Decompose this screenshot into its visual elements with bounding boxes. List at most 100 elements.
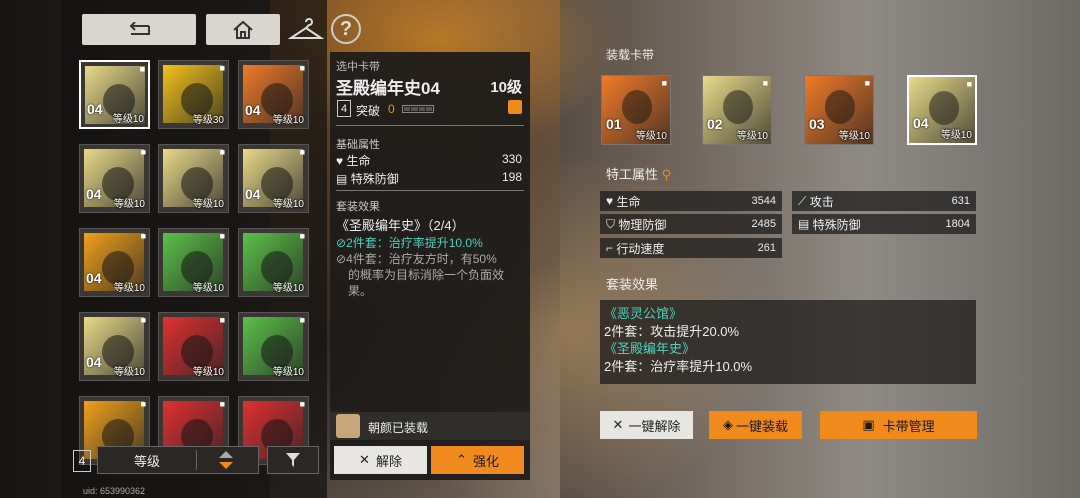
inventory-card[interactable]: ■ 04 等级10 xyxy=(238,60,309,129)
base-attr-hp: ♥ 生命 xyxy=(336,154,371,168)
lock-icon: ■ xyxy=(219,399,225,409)
lock-icon: ■ xyxy=(140,231,146,241)
inventory-card[interactable]: ■ 等级10 xyxy=(158,144,229,213)
set-1-name: 《恶灵公馆》 xyxy=(604,306,683,321)
lock-icon: ■ xyxy=(299,315,305,325)
boot-icon: ⌐ xyxy=(606,241,617,255)
filter-icon xyxy=(286,453,300,467)
lock-icon: ■ xyxy=(140,399,146,409)
equip-all-button[interactable]: ◈ 一键装载 xyxy=(709,411,802,439)
stat-sdef: ▤ 特殊防御 1804 xyxy=(792,214,976,234)
loadout-slot[interactable]: ■ 04 等级10 xyxy=(907,75,977,145)
card-portrait xyxy=(622,90,652,124)
sort-label: 等级 xyxy=(133,453,160,469)
uid-label: uid: 653990362 xyxy=(83,486,146,496)
loadout-slot[interactable]: ■ 02 等级10 xyxy=(702,75,772,145)
lock-icon[interactable] xyxy=(508,100,522,114)
card-level: 等级10 xyxy=(635,131,667,142)
set-4-effect: ⊘4件套：治疗友方时，有50% xyxy=(336,252,497,266)
equipped-by-text: 朝颜已装载 xyxy=(368,421,429,435)
set-4-effect-line2: 的概率为目标消除一个负面效 xyxy=(348,268,505,282)
help-button[interactable]: ? xyxy=(331,14,361,44)
equipped-by-bar: 朝颜已装载 xyxy=(330,412,530,440)
card-code: 04 xyxy=(245,186,261,202)
breakthrough-bar xyxy=(402,105,434,113)
card-level: 等级10 xyxy=(272,115,304,126)
heart-icon: ♥ xyxy=(336,154,344,168)
card-portrait xyxy=(723,90,753,124)
set-2-name: 《圣殿编年史》 xyxy=(604,341,696,356)
wardrobe-button[interactable] xyxy=(287,16,325,44)
base-attr-hp-value: 330 xyxy=(501,152,522,166)
sort-order-icon[interactable] xyxy=(217,449,235,471)
card-code: 01 xyxy=(606,116,622,132)
set-name: 《圣殿编年史》（2/4） xyxy=(336,218,465,233)
loadout-slot[interactable]: ■ 03 等级10 xyxy=(804,75,874,145)
inventory-card[interactable]: ■ 04 等级10 xyxy=(238,144,309,213)
card-level: 等级10 xyxy=(272,283,304,294)
base-attr-sdef: ▤ 特殊防御 xyxy=(336,172,399,186)
lock-icon: ■ xyxy=(219,63,225,73)
inventory-card[interactable]: ■ 04 等级10 xyxy=(79,228,150,297)
breakthrough-label: 突破 xyxy=(356,104,381,118)
enhance-button[interactable]: ⌃ 强化 xyxy=(431,446,524,474)
selected-card-label: 选中卡带 xyxy=(336,61,380,73)
info-icon[interactable]: ⚲ xyxy=(662,167,672,182)
card-code: 02 xyxy=(707,116,723,132)
stripe-shield-icon: ▤ xyxy=(336,172,348,186)
slot-number: 4 xyxy=(337,100,351,117)
loadout-slot[interactable]: ■ 01 等级10 xyxy=(601,75,671,145)
lock-icon: ■ xyxy=(140,147,146,157)
unequip-all-button[interactable]: ✕ 一键解除 xyxy=(600,411,693,439)
card-code: 04 xyxy=(913,115,929,131)
filter-button[interactable] xyxy=(267,446,319,474)
inventory-card[interactable]: ■ 04 等级10 xyxy=(79,60,150,129)
loadout-set-title: 套装效果 xyxy=(606,277,659,292)
lock-icon: ■ xyxy=(219,231,225,241)
inventory-card[interactable]: ■ 等级10 xyxy=(238,312,309,381)
card-code: 04 xyxy=(87,101,103,117)
card-level: 等级10 xyxy=(272,367,304,378)
sort-dropdown[interactable]: 等级 xyxy=(97,446,259,474)
card-level: 等级10 xyxy=(192,283,224,294)
lock-icon: ■ xyxy=(219,147,225,157)
card-level: 等级10 xyxy=(736,131,768,142)
back-button[interactable] xyxy=(82,14,196,45)
card-level: 等级10 xyxy=(940,130,972,141)
home-button[interactable] xyxy=(206,14,280,45)
set-2-effect: ⊘2件套：治疗率提升10.0% xyxy=(336,236,483,250)
inventory-card[interactable]: ■ 等级10 xyxy=(158,312,229,381)
agent-attr-title: 特工属性 ⚲ xyxy=(606,167,672,182)
loadout-title: 装载卡带 xyxy=(606,48,655,62)
card-code: 04 xyxy=(86,270,102,286)
inventory-card[interactable]: ■ 等级10 xyxy=(158,228,229,297)
card-manage-button[interactable]: ▣ 卡带管理 xyxy=(820,411,977,439)
stat-pdef: ⛉ 物理防御 2485 xyxy=(600,214,782,234)
remove-button[interactable]: ✕ 解除 xyxy=(334,446,427,474)
lock-icon: ■ xyxy=(299,231,305,241)
card-level: 等级10 xyxy=(112,114,144,125)
card-manage-icon: ▣ xyxy=(862,417,875,432)
card-level: 等级10 xyxy=(192,199,224,210)
lock-icon: ■ xyxy=(762,78,768,88)
inventory-card[interactable]: ■ 04 等级10 xyxy=(79,144,150,213)
avatar xyxy=(336,414,360,438)
lock-icon: ■ xyxy=(299,399,305,409)
stat-atk: ⟋ 攻击 631 xyxy=(792,191,976,211)
base-attr-title: 基础属性 xyxy=(336,139,380,151)
card-level: 10级 xyxy=(490,79,522,96)
inventory-card[interactable]: ■ 04 等级10 xyxy=(79,312,150,381)
inventory-card[interactable]: ■ 等级10 xyxy=(238,228,309,297)
card-level: 等级30 xyxy=(192,115,224,126)
card-level: 等级10 xyxy=(192,367,224,378)
slot-count-badge: 4 xyxy=(73,450,91,472)
heart-icon: ♥ xyxy=(606,194,617,208)
back-arrow-icon xyxy=(129,21,150,35)
inventory-card[interactable]: ■ 等级30 xyxy=(158,60,229,129)
breakthrough-value: 0 xyxy=(388,102,395,116)
card-level: 等级10 xyxy=(113,199,145,210)
sword-icon: ⟋ xyxy=(798,193,810,208)
lock-icon: ■ xyxy=(139,64,145,74)
card-code: 04 xyxy=(245,102,261,118)
card-level: 等级10 xyxy=(113,283,145,294)
